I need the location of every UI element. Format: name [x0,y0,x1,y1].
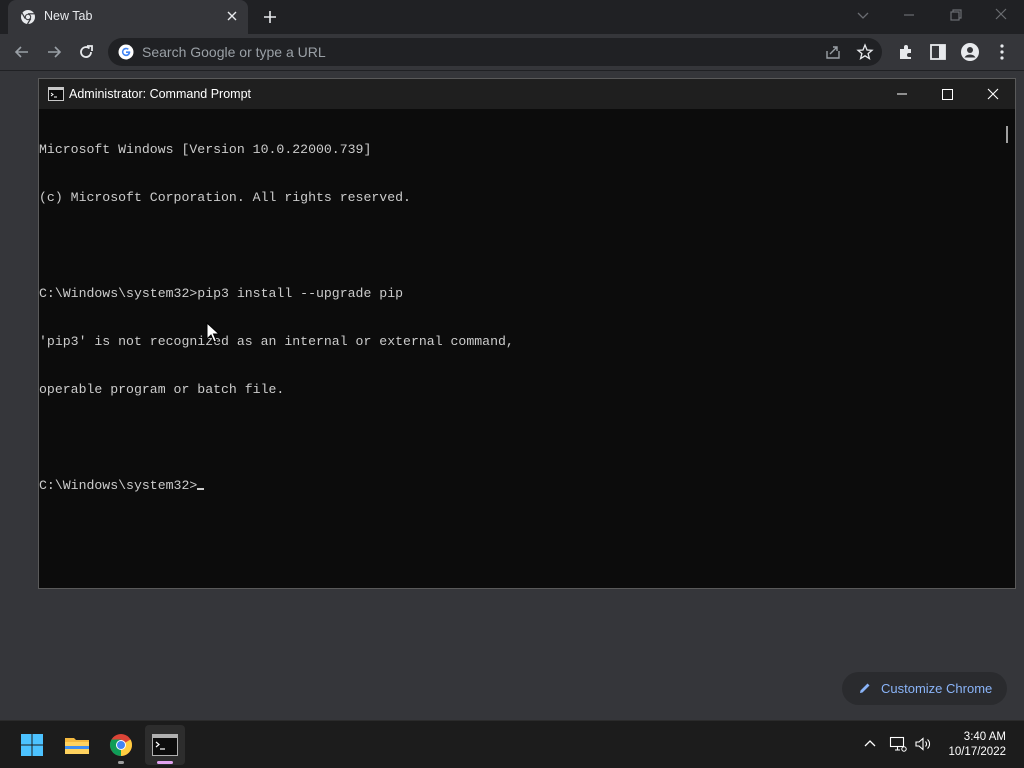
cmd-minimize-icon[interactable] [879,79,925,109]
windows-taskbar: 3:40 AM 10/17/2022 [0,720,1024,768]
reload-icon[interactable] [76,42,96,62]
console-prompt-line[interactable]: C:\Windows\system32> [39,478,999,494]
google-g-icon [118,44,134,60]
taskbar-start-button[interactable] [12,725,52,765]
console-output[interactable]: Microsoft Windows [Version 10.0.22000.73… [39,110,999,588]
console-scrollbar[interactable] [999,110,1015,588]
extensions-puzzle-icon[interactable] [896,42,916,62]
file-explorer-icon [65,738,89,754]
taskbar-chrome[interactable] [101,725,141,765]
side-panel-icon[interactable] [928,42,948,62]
console-line: (c) Microsoft Corporation. All rights re… [39,190,411,205]
bookmark-star-icon[interactable] [856,43,874,61]
cmd-window-title: Administrator: Command Prompt [69,87,252,101]
customize-chrome-button[interactable]: Customize Chrome [842,672,1007,705]
taskbar-clock[interactable]: 3:40 AM 10/17/2022 [942,730,1006,760]
console-line: 'pip3' is not recognized as an internal … [39,334,514,349]
text-cursor [197,488,205,490]
terminal-icon [152,734,178,756]
clock-time: 3:40 AM [963,731,1006,743]
omnibox-placeholder: Search Google or type a URL [142,44,326,60]
console-prompt: C:\Windows\system32> [39,478,198,493]
start-icon [21,734,43,756]
running-indicator [118,761,124,764]
network-icon[interactable] [889,735,907,753]
cmd-app-icon [48,87,64,101]
browser-tab-strip: New Tab [0,0,1024,34]
console-line: C:\Windows\system32>pip3 install --upgra… [39,286,404,301]
volume-icon[interactable] [914,735,932,753]
command-prompt-window[interactable]: Administrator: Command Prompt Microsoft … [38,78,1016,589]
active-indicator [157,761,173,764]
chrome-icon [110,734,132,756]
browser-toolbar: Search Google or type a URL [0,34,1024,71]
tab-close-icon[interactable] [223,7,241,25]
console-scrollbar-thumb[interactable] [1006,126,1008,143]
pencil-icon [860,683,870,693]
tab-search-chevron-icon[interactable] [851,6,875,24]
tab-title: New Tab [44,9,93,23]
chrome-favicon-icon [21,10,35,25]
restore-icon[interactable] [943,6,967,24]
cmd-close-icon[interactable] [970,79,1016,109]
cmd-maximize-icon[interactable] [924,79,970,109]
console-line: operable program or batch file. [39,382,285,397]
chrome-menu-kebab-icon[interactable] [992,42,1012,62]
show-hidden-icons-chevron-icon[interactable] [861,735,879,753]
console-line: Microsoft Windows [Version 10.0.22000.73… [39,142,372,157]
cmd-title-bar[interactable]: Administrator: Command Prompt [39,79,1015,109]
taskbar-file-explorer[interactable] [57,725,97,765]
close-window-icon[interactable] [989,6,1013,24]
omnibox[interactable]: Search Google or type a URL [108,38,882,66]
forward-arrow-icon[interactable] [44,42,64,62]
back-arrow-icon[interactable] [12,42,32,62]
customize-chrome-label: Customize Chrome [881,681,993,696]
share-icon[interactable] [824,43,842,61]
clock-date: 10/17/2022 [948,746,1006,758]
mouse-pointer-icon [206,322,220,343]
profile-avatar-icon[interactable] [960,42,980,62]
new-tab-plus-icon[interactable] [260,7,280,27]
browser-tab-new-tab[interactable]: New Tab [8,0,248,34]
taskbar-terminal[interactable] [145,725,185,765]
minimize-icon[interactable] [897,6,921,24]
